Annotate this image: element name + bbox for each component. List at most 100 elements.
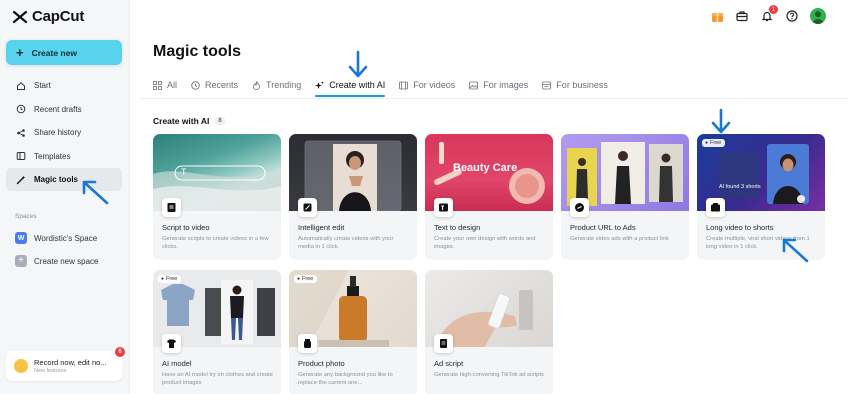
tool-card-product-photo[interactable]: ● Free Product photo Generate any backgro… xyxy=(289,270,417,394)
sun-icon xyxy=(14,359,28,373)
annotation-arrow-down-icon xyxy=(711,108,731,134)
tab-for-videos[interactable]: For videos xyxy=(399,77,455,93)
create-new-label: Create new xyxy=(31,47,77,58)
magic-wand-icon xyxy=(16,175,26,184)
free-badge: ● Free xyxy=(294,275,318,283)
tool-card-text-to-design[interactable]: Beauty Care Text to design Create your o… xyxy=(425,134,553,260)
annotation-arrow-down-icon xyxy=(348,50,368,78)
share-icon xyxy=(17,128,25,137)
sidebar-item-label: Magic tools xyxy=(34,175,79,184)
tab-all[interactable]: All xyxy=(153,77,177,93)
promo-subtitle: New features xyxy=(34,368,67,374)
sidebar-item-recent-drafts[interactable]: Recent drafts xyxy=(6,98,122,121)
magic-edit-icon xyxy=(298,198,317,217)
shorts-icon xyxy=(706,198,725,217)
home-icon xyxy=(17,81,25,90)
tab-for-business[interactable]: For business xyxy=(542,77,608,93)
section-heading: Create with AI 8 xyxy=(153,116,225,126)
sidebar-item-label: Share history xyxy=(34,128,82,137)
card-title: Product photo xyxy=(298,359,345,368)
promo-title: Record now, edit no... xyxy=(34,358,107,367)
sidebar-item-share-history[interactable]: Share history xyxy=(6,121,122,144)
free-badge-label: Free xyxy=(166,276,178,282)
plus-icon: + xyxy=(16,45,24,60)
notification-badge: 1 xyxy=(769,5,778,14)
spaces-heading: Spaces xyxy=(15,213,37,220)
space-wordistic[interactable]: W Wordistic's Space xyxy=(15,231,97,245)
section-count-badge: 8 xyxy=(215,117,225,125)
promo-count-badge: 6 xyxy=(115,347,125,357)
card-description: Generate video ads with a product link xyxy=(570,236,669,242)
section-title: Create with AI xyxy=(153,116,210,126)
sidebar-nav: Start Recent drafts Share history Templa… xyxy=(6,74,122,192)
sidebar-item-label: Start xyxy=(34,81,51,90)
card-title: Long video to shorts xyxy=(706,223,774,232)
create-new-space-label: Create new space xyxy=(34,256,99,266)
tab-label: Create with AI xyxy=(329,80,386,90)
help-button[interactable] xyxy=(785,9,799,23)
templates-icon xyxy=(16,152,26,160)
tab-recents[interactable]: Recents xyxy=(191,77,238,93)
free-badge-icon: ● xyxy=(161,276,165,282)
notifications-button[interactable]: 1 xyxy=(760,5,778,23)
card-title: Script to video xyxy=(162,223,210,232)
thumb-headline: Beauty Care xyxy=(453,162,518,174)
capcut-logo[interactable]: CapCut xyxy=(12,8,84,25)
tab-label: Trending xyxy=(266,80,302,90)
tab-label: For images xyxy=(483,80,529,90)
tool-card-ai-model[interactable]: ● Free AI model Have an AI model try on c… xyxy=(153,270,281,394)
sidebar: CapCut + Create new Start Recent drafts … xyxy=(0,0,130,394)
briefcase-icon xyxy=(736,11,748,22)
tab-for-images[interactable]: For images xyxy=(469,77,528,93)
user-avatar[interactable] xyxy=(810,8,826,24)
card-description: Generate any background you like to repl… xyxy=(298,372,393,386)
create-new-space-button[interactable]: + Create new space xyxy=(15,254,98,268)
thumb-caption: T xyxy=(181,167,187,177)
free-badge-icon: ● xyxy=(297,276,301,282)
annotation-arrow-diagonal-icon xyxy=(82,180,109,205)
tool-card-product-url-to-ads[interactable]: Product URL to Ads Generate video ads wi… xyxy=(561,134,689,260)
workspace-button[interactable] xyxy=(735,9,749,23)
tool-card-ad-script[interactable]: Ad script Generate high-converting TikTo… xyxy=(425,270,553,394)
header-actions: 1 xyxy=(710,5,826,24)
space-name: Wordistic's Space xyxy=(34,233,98,243)
card-title: Ad script xyxy=(434,359,464,368)
clock-icon xyxy=(16,104,26,114)
card-description: Automatically create videos with your me… xyxy=(298,236,394,250)
category-tabs: All Recents Trending Create with AI For … xyxy=(153,77,608,97)
film-icon xyxy=(399,81,409,89)
document-icon xyxy=(434,334,453,353)
space-avatar: W xyxy=(15,232,27,244)
gift-icon xyxy=(711,12,723,22)
text-design-icon xyxy=(434,198,453,217)
tab-label: All xyxy=(167,80,178,90)
image-icon xyxy=(469,81,479,89)
card-description: Have an AI model try on clothes and crea… xyxy=(162,372,273,386)
shirt-icon xyxy=(162,334,181,353)
card-title: AI model xyxy=(162,359,192,368)
help-icon xyxy=(786,10,798,22)
sidebar-item-templates[interactable]: Templates xyxy=(6,145,122,168)
sidebar-item-start[interactable]: Start xyxy=(6,74,122,97)
gift-button[interactable] xyxy=(710,9,724,23)
tool-card-intelligent-edit[interactable]: Intelligent edit Automatically create vi… xyxy=(289,134,417,260)
free-badge: ● Free xyxy=(158,275,182,283)
create-new-button[interactable]: + Create new xyxy=(6,40,122,65)
capcut-logo-icon xyxy=(12,10,28,23)
store-icon xyxy=(542,81,552,89)
link-icon xyxy=(570,198,589,217)
clock-icon xyxy=(191,80,200,90)
free-badge-icon: ● xyxy=(705,140,709,146)
grid-icon xyxy=(153,80,162,90)
card-title: Intelligent edit xyxy=(298,223,345,232)
free-badge-label: Free xyxy=(302,276,314,282)
new-features-promo[interactable]: Record now, edit no... New features 6 xyxy=(6,347,125,381)
app-name: CapCut xyxy=(32,8,85,25)
card-description: Generate high-converting TikTok ad scrip… xyxy=(434,372,544,378)
page-title: Magic tools xyxy=(153,43,242,60)
tool-card-script-to-video[interactable]: T Script to video Generate scripts to cr… xyxy=(153,134,281,260)
product-photo-icon xyxy=(298,334,317,353)
card-description: Generate scripts to create videos in a f… xyxy=(162,236,269,250)
script-icon xyxy=(162,198,181,217)
tab-trending[interactable]: Trending xyxy=(252,77,301,93)
